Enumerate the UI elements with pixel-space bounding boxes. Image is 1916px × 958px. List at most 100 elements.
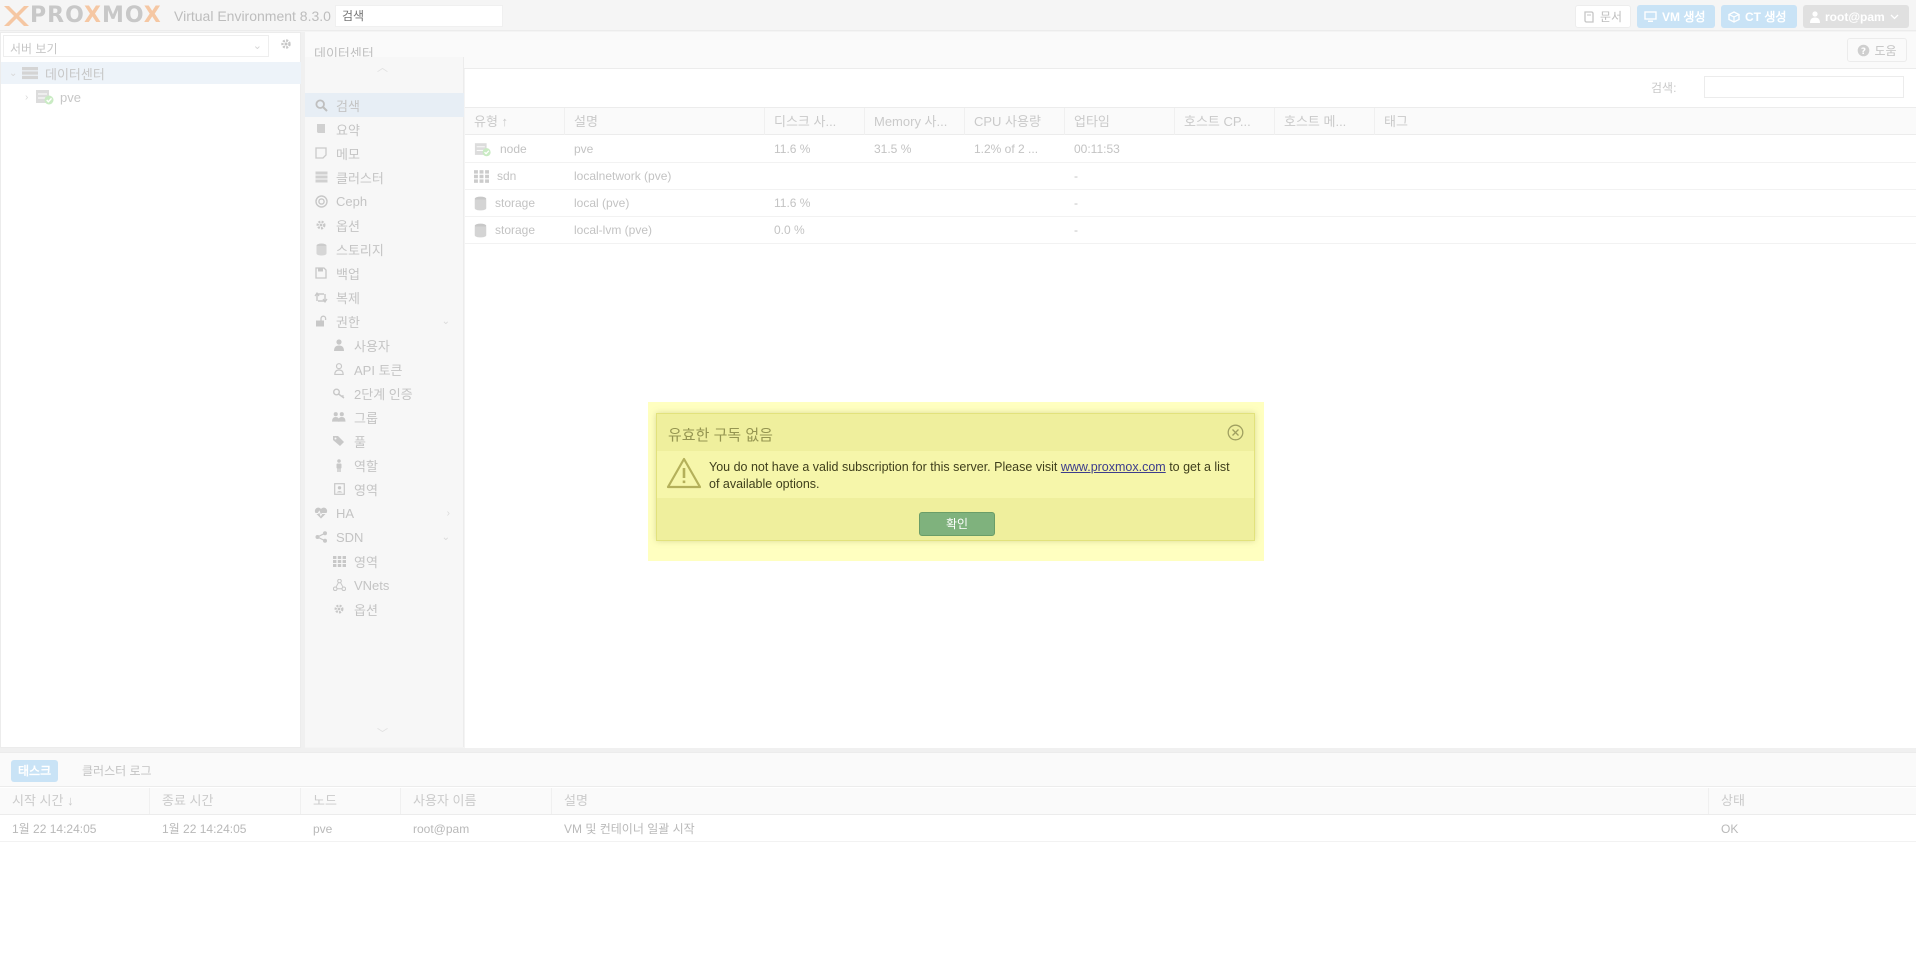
ceph-icon	[314, 194, 328, 208]
nav-item-label: 복제	[336, 290, 360, 306]
help-button[interactable]: ? 도움	[1847, 38, 1907, 62]
nav-item-roles[interactable]: 역할	[305, 453, 464, 477]
nav-item-permissions[interactable]: 권한 ⌄	[305, 309, 464, 333]
column-header-cpu[interactable]: CPU 사용량	[965, 108, 1065, 135]
ok-button[interactable]: 확인	[919, 512, 995, 536]
nav-item-label: Ceph	[336, 193, 368, 209]
tab-cluster-log[interactable]: 클러스터 로그	[75, 760, 159, 782]
nav-item-users[interactable]: 사용자	[305, 333, 464, 357]
svg-text:?: ?	[1861, 46, 1866, 56]
nav-item-storage[interactable]: 스토리지	[305, 237, 464, 261]
view-selector-value: 서버 보기	[10, 42, 58, 56]
database-icon	[474, 223, 487, 238]
column-header-host-cpu[interactable]: 호스트 CP...	[1175, 108, 1275, 135]
nav-item-api-tokens[interactable]: API 토큰	[305, 357, 464, 381]
key-icon	[332, 388, 344, 399]
column-header-start-time[interactable]: 시작 시간 ↓	[0, 788, 150, 814]
nav-item-label: 클러스터	[336, 170, 384, 186]
scroll-down-icon[interactable]: ﹀	[377, 725, 388, 741]
nav-item-summary[interactable]: 요약	[305, 117, 464, 141]
nav-item-vnets[interactable]: VNets	[305, 573, 464, 597]
id-badge-icon	[333, 483, 345, 495]
tree-settings-button[interactable]	[279, 37, 293, 51]
nav-item-replication[interactable]: 복제	[305, 285, 464, 309]
column-header-end-time[interactable]: 종료 시간	[150, 788, 301, 814]
documentation-label: 문서	[1600, 10, 1623, 24]
global-search-input[interactable]	[335, 5, 503, 27]
column-header-description[interactable]: 설명	[565, 108, 765, 135]
gear-icon	[334, 604, 344, 614]
nav-item-label: 풀	[354, 434, 366, 450]
tree-expander-icon[interactable]: ›	[25, 92, 35, 103]
documentation-button[interactable]: 문서	[1575, 5, 1631, 28]
top-bar: PROXMOX Virtual Environment 8.3.0 문서 VM …	[0, 0, 1916, 31]
tree-expander-icon[interactable]: ⌄	[9, 68, 19, 79]
nav-item-groups[interactable]: 그룹	[305, 405, 464, 429]
datacenter-icon	[22, 67, 38, 80]
nav-item-cluster[interactable]: 클러스터	[305, 165, 464, 189]
user-menu-button[interactable]: root@pam	[1803, 5, 1909, 28]
nav-item-ha[interactable]: HA ›	[305, 501, 464, 525]
nav-item-pools[interactable]: 풀	[305, 429, 464, 453]
column-header-memory[interactable]: Memory 사...	[865, 108, 965, 135]
column-header-host-memory[interactable]: 호스트 메...	[1275, 108, 1375, 135]
nav-item-sdn-zones[interactable]: 영역	[305, 549, 464, 573]
chevron-down-icon	[1890, 14, 1899, 19]
column-header-type[interactable]: 유형 ↑	[465, 108, 565, 135]
view-selector[interactable]: 서버 보기 ⌄	[3, 35, 269, 57]
nav-item-notes[interactable]: 메모	[305, 141, 464, 165]
grid-row[interactable]: node pve 11.6 % 31.5 % 1.2% of 2 ... 00:…	[465, 136, 1916, 163]
tree-item-datacenter[interactable]: ⌄ 데이터센터	[1, 62, 301, 84]
task-grid-header: 시작 시간 ↓ 종료 시간 노드 사용자 이름 설명 상태	[0, 788, 1916, 815]
grid-row[interactable]: storage local (pve) 11.6 % -	[465, 190, 1916, 217]
create-vm-button[interactable]: VM 생성	[1637, 5, 1715, 28]
nav-item-label: 2단계 인증	[354, 386, 413, 402]
nav-item-backup[interactable]: 백업	[305, 261, 464, 285]
chevron-right-icon[interactable]: ›	[447, 508, 450, 519]
dialog-close-button[interactable]	[1227, 424, 1244, 441]
server-icon	[315, 171, 327, 183]
proxmox-logo[interactable]: PROXMOX	[2, 3, 162, 28]
chevron-down-icon[interactable]: ⌄	[442, 532, 450, 543]
nav-item-label: 역할	[354, 458, 378, 474]
nav-item-realms[interactable]: 영역	[305, 477, 464, 501]
uptime-cell: 00:11:53	[1074, 142, 1120, 156]
tree-item-pve[interactable]: › pve	[1, 86, 301, 108]
cpu-cell: 1.2% of 2 ...	[974, 142, 1039, 156]
chevron-down-icon[interactable]: ⌄	[442, 316, 450, 327]
nav-item-label: HA	[336, 505, 355, 521]
chevron-down-icon: ⌄	[252, 40, 262, 52]
grid-row[interactable]: storage local-lvm (pve) 0.0 % -	[465, 217, 1916, 244]
nav-item-ceph[interactable]: Ceph	[305, 189, 464, 213]
column-header-node[interactable]: 노드	[301, 788, 401, 814]
nav-item-two-factor[interactable]: 2단계 인증	[305, 381, 464, 405]
resource-tree-panel: 서버 보기 ⌄ ⌄ 데이터센터 › pve	[0, 32, 301, 748]
nav-item-search[interactable]: 검색	[305, 93, 464, 117]
column-header-description[interactable]: 설명	[552, 788, 1709, 814]
tab-tasks[interactable]: 태스크	[11, 760, 59, 782]
grid-row[interactable]: sdn localnetwork (pve) -	[465, 163, 1916, 190]
create-ct-button[interactable]: CT 생성	[1721, 5, 1797, 28]
description-cell: local (pve)	[574, 196, 630, 210]
column-header-status[interactable]: 상태	[1709, 788, 1916, 814]
brand-wordmark: PROXMOX	[30, 3, 162, 28]
network-icon	[332, 579, 346, 591]
nav-item-label: 스토리지	[336, 242, 384, 258]
column-header-disk[interactable]: 디스크 사...	[765, 108, 865, 135]
proxmox-website-link[interactable]: www.proxmox.com	[1061, 460, 1166, 474]
database-icon	[474, 196, 487, 211]
disk-cell: 11.6 %	[774, 196, 811, 210]
task-row[interactable]: 1월 22 14:24:05 1월 22 14:24:05 pve root@p…	[0, 816, 1916, 842]
column-header-tags[interactable]: 태그	[1375, 108, 1916, 135]
nav-item-sdn-options[interactable]: 옵션	[305, 597, 464, 621]
description-cell: pve	[574, 142, 594, 156]
scroll-up-icon[interactable]: ︿	[377, 59, 388, 75]
nav-item-sdn[interactable]: SDN ⌄	[305, 525, 464, 549]
grid-search-input[interactable]	[1704, 76, 1904, 98]
column-header-user-name[interactable]: 사용자 이름	[401, 788, 552, 814]
type-cell: storage	[465, 190, 535, 217]
proxmox-x-icon	[4, 5, 29, 26]
nav-item-options[interactable]: 옵션	[305, 213, 464, 237]
node-cell: pve	[313, 822, 333, 836]
column-header-uptime[interactable]: 업타임	[1065, 108, 1175, 135]
